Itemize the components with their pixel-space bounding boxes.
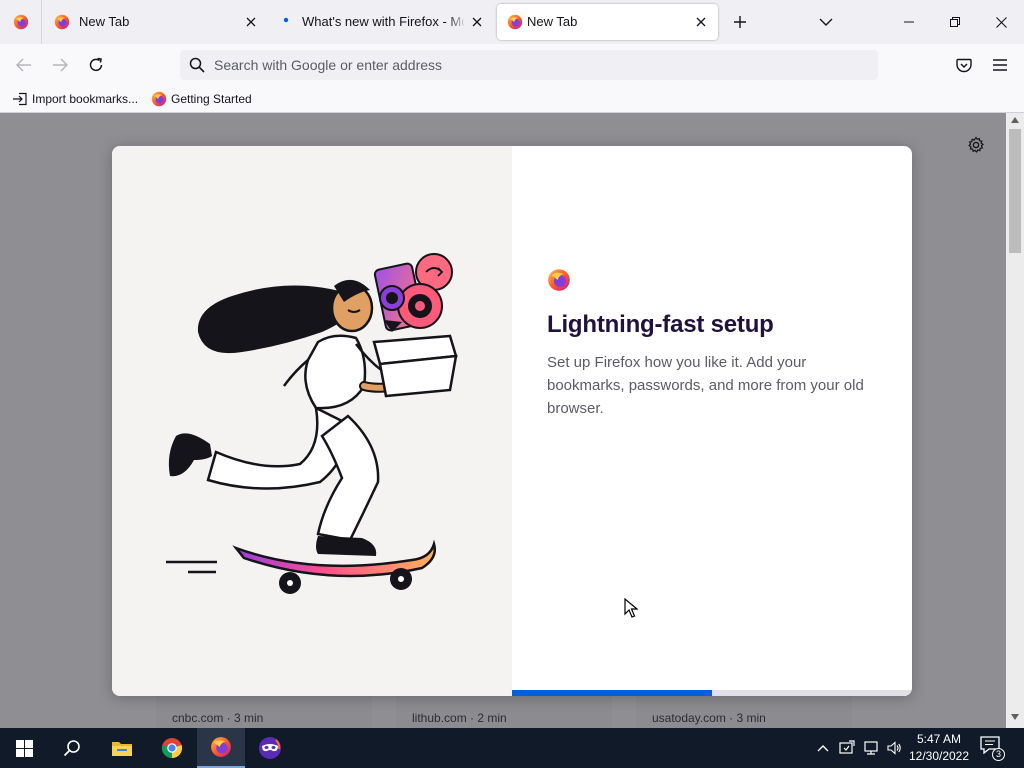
- save-to-pocket-button[interactable]: [950, 52, 978, 78]
- search-icon: [189, 57, 205, 73]
- restore-button[interactable]: [932, 0, 978, 44]
- scroll-thumb[interactable]: [1009, 129, 1021, 253]
- loading-dot-icon: [283, 17, 289, 23]
- bookmark-import[interactable]: Import bookmarks...: [12, 89, 138, 109]
- firefox-logo-icon: [151, 91, 167, 107]
- privacy-mask-icon: [259, 737, 281, 759]
- hamburger-menu-icon: [993, 59, 1007, 71]
- chevron-down-icon: [819, 18, 833, 26]
- notification-count-badge: 3: [992, 748, 1005, 761]
- windows-taskbar: 5:47 AM 12/30/2022 3: [0, 728, 1024, 768]
- onboarding-progress-fill: [512, 690, 712, 696]
- new-tab-page: cnbc.com · 3 min lithub.com · 2 min usat…: [0, 113, 1024, 728]
- action-center-button[interactable]: 3: [980, 736, 1005, 761]
- tab-title: What's new with Firefox - More: [302, 14, 464, 29]
- tab-new-tab-active[interactable]: New Tab: [497, 4, 718, 40]
- scroll-up-icon[interactable]: [1011, 117, 1019, 123]
- tab-title: New Tab: [79, 14, 130, 29]
- onboarding-subtitle: Set up Firefox how you like it. Add your…: [547, 354, 864, 417]
- bookmarks-toolbar: Import bookmarks... Getting Started: [0, 86, 1024, 113]
- network-tray-button[interactable]: [862, 739, 880, 757]
- scroll-down-icon[interactable]: [1011, 714, 1019, 720]
- forward-button[interactable]: [46, 52, 74, 78]
- chrome-icon: [161, 738, 183, 759]
- close-tab-icon[interactable]: [242, 13, 260, 31]
- close-tab-icon[interactable]: [692, 13, 710, 31]
- close-icon: [995, 16, 1007, 28]
- restore-icon: [950, 17, 960, 27]
- firefox-view-button[interactable]: [0, 0, 42, 44]
- bookmark-label: Getting Started: [171, 92, 252, 106]
- back-arrow-icon: [16, 58, 31, 72]
- close-window-button[interactable]: [978, 0, 1024, 44]
- search-icon: [63, 740, 80, 757]
- reload-button[interactable]: [82, 52, 110, 78]
- plus-icon: [734, 16, 746, 28]
- forward-arrow-icon: [53, 58, 68, 72]
- story-source: lithub.com · 2 min: [412, 711, 507, 725]
- tab-strip: New Tab What's new with Firefox - More N…: [0, 0, 1024, 44]
- mouse-cursor-icon: [624, 598, 638, 618]
- firefox-taskbar-button[interactable]: [197, 728, 245, 768]
- chrome-button[interactable]: [148, 728, 196, 768]
- volume-icon: [887, 741, 901, 755]
- import-icon: [13, 92, 27, 106]
- app-menu-button[interactable]: [986, 52, 1014, 78]
- story-source: cnbc.com · 3 min: [172, 711, 264, 725]
- onboarding-title: Lightning-fast setup: [547, 311, 774, 338]
- gear-icon: [968, 136, 984, 153]
- chevron-up-icon: [817, 745, 829, 752]
- woman-skateboarding-with-box-illustration: [166, 253, 458, 594]
- file-explorer-button[interactable]: [98, 728, 146, 768]
- tab-title: New Tab: [527, 14, 578, 29]
- system-clock[interactable]: 5:47 AM 12/30/2022: [906, 731, 972, 765]
- private-browsing-button[interactable]: [246, 728, 294, 768]
- file-explorer-icon: [112, 742, 132, 756]
- firefox-logo-icon: [507, 14, 523, 30]
- onboarding-dialog: Lightning-fast setup Set up Firefox how …: [112, 146, 912, 696]
- bookmark-getting-started[interactable]: Getting Started: [151, 89, 252, 109]
- minimize-icon: [904, 21, 914, 23]
- tab-title-fade: [448, 10, 466, 32]
- update-icon: [839, 740, 855, 754]
- onboarding-content: Lightning-fast setup Set up Firefox how …: [547, 268, 887, 420]
- pocket-icon: [956, 58, 972, 72]
- firefox-logo-icon: [54, 14, 70, 30]
- onboarding-progress: [512, 690, 912, 696]
- show-hidden-icons-button[interactable]: [814, 739, 832, 757]
- bookmark-label: Import bookmarks...: [32, 92, 139, 106]
- firefox-logo-icon: [13, 14, 28, 30]
- taskbar-search-button[interactable]: [48, 728, 96, 768]
- address-bar[interactable]: [180, 50, 878, 80]
- navigation-toolbar: [0, 44, 1024, 86]
- clock-time: 5:47 AM: [916, 732, 962, 746]
- start-button[interactable]: [0, 728, 48, 768]
- tab-whats-new[interactable]: What's new with Firefox - More: [270, 4, 494, 40]
- firefox-logo-icon: [548, 269, 570, 291]
- story-source: usatoday.com · 3 min: [652, 711, 766, 725]
- network-icon: [864, 741, 878, 755]
- firefox-icon: [211, 737, 231, 757]
- update-tray-button[interactable]: [838, 739, 856, 757]
- back-button[interactable]: [10, 52, 38, 78]
- onboarding-illustration: [112, 146, 512, 696]
- minimize-button[interactable]: [886, 0, 932, 44]
- windows-start-icon: [15, 739, 33, 757]
- new-tab-button[interactable]: [728, 10, 752, 34]
- url-input[interactable]: [214, 50, 864, 80]
- list-all-tabs-button[interactable]: [814, 10, 838, 34]
- reload-icon: [89, 57, 103, 72]
- volume-tray-button[interactable]: [885, 739, 903, 757]
- tab-new-tab-1[interactable]: New Tab: [44, 4, 268, 40]
- personalize-button[interactable]: [964, 133, 988, 157]
- close-tab-icon[interactable]: [468, 13, 486, 31]
- clock-date: 12/30/2022: [908, 749, 970, 763]
- page-scrollbar[interactable]: [1006, 113, 1024, 728]
